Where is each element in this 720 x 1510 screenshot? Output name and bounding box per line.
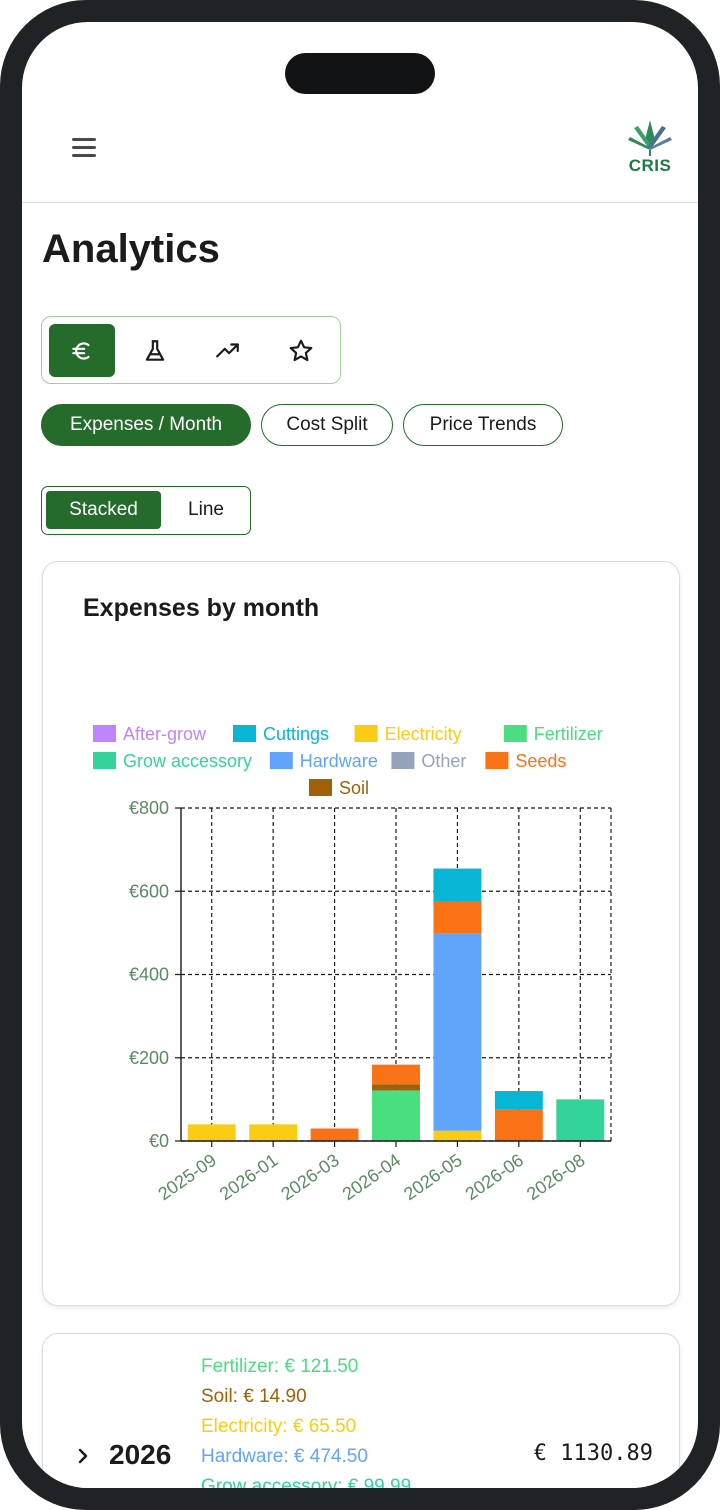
legend-swatch (233, 725, 256, 742)
bar-segment (494, 1109, 543, 1141)
x-tick-label: 2026-04 (339, 1150, 405, 1204)
bar-segment (556, 1099, 605, 1141)
pill-expenses-month[interactable]: Expenses / Month (41, 404, 251, 446)
euro-icon (72, 341, 90, 360)
legend-swatch (354, 725, 378, 742)
y-tick-label: €400 (129, 965, 169, 985)
legend-label: Fertilizer (534, 724, 603, 744)
x-tick-label: 2026-08 (523, 1150, 589, 1204)
breakdown-item: Hardware: € 474.50 (201, 1446, 368, 1467)
breakdown-item: Grow accessory: € 99.99 (201, 1476, 412, 1488)
bar-segment (433, 868, 482, 902)
legend-label: Grow accessory (123, 751, 252, 771)
app-header: CRIS (22, 22, 698, 203)
flask-icon (145, 339, 165, 361)
year-summary-card: 2026 Fertilizer: € 121.50 Soil: € 14.90 El… (42, 1333, 680, 1488)
toggle-stacked[interactable]: Stacked (46, 491, 161, 529)
y-tick-label: €0 (149, 1131, 169, 1151)
bar-segment (494, 1091, 543, 1110)
legend-label: Cuttings (263, 724, 329, 744)
breakdown-item: Fertilizer: € 121.50 (201, 1356, 359, 1377)
bar-segment (310, 1128, 359, 1141)
app-screen: CRIS Analytics Expenses / Month Cost Spl… (22, 22, 698, 1488)
pill-cost-split[interactable]: Cost Split (261, 404, 393, 446)
legend-swatch (93, 725, 116, 742)
chart-mode-toggle: Stacked Line (41, 486, 251, 535)
x-tick-label: 2026-01 (216, 1150, 282, 1204)
legend-swatch (485, 752, 509, 769)
legend-label: Hardware (300, 751, 378, 771)
hamburger-icon[interactable] (68, 134, 102, 160)
bar-segment (372, 1064, 420, 1085)
tab-trends[interactable] (195, 324, 261, 377)
app-logo[interactable]: CRIS (622, 118, 678, 178)
tab-favorites[interactable] (268, 324, 334, 377)
bar-segment (187, 1124, 236, 1141)
chart-card: Expenses by month After-grow Cuttings Elec… (42, 561, 680, 1306)
y-tick-label: €800 (129, 798, 169, 818)
legend-swatch (93, 752, 116, 769)
legend-swatch (309, 779, 332, 796)
legend-label: After-grow (123, 724, 207, 744)
bar-segment (433, 901, 482, 934)
legend-swatch (503, 725, 527, 742)
trending-up-icon (216, 342, 239, 357)
logo-text: CRIS (628, 156, 672, 175)
breakdown-item: Electricity: € 65.50 (201, 1416, 357, 1437)
star-icon (289, 339, 313, 361)
bar-segment (249, 1124, 298, 1141)
x-tick-label: 2026-05 (400, 1150, 466, 1204)
device-frame: CRIS Analytics Expenses / Month Cost Spl… (0, 0, 720, 1510)
pill-price-trends[interactable]: Price Trends (403, 404, 563, 446)
year-total: € 1130.89 (533, 1441, 653, 1466)
legend-swatch (391, 752, 415, 769)
legend-label: Soil (339, 778, 369, 798)
legend-label: Seeds (515, 751, 566, 771)
x-tick-label: 2026-06 (462, 1150, 528, 1204)
breakdown-item: Soil: € 14.90 (201, 1386, 307, 1407)
y-tick-label: €200 (129, 1048, 169, 1068)
analytics-icon-tabs (41, 316, 341, 384)
bar-segment (433, 1130, 482, 1141)
tab-lab[interactable] (122, 324, 188, 377)
toggle-line[interactable]: Line (164, 491, 248, 529)
bar-segment (372, 1090, 420, 1141)
bar-segment (433, 933, 482, 1131)
y-tick-label: €600 (129, 881, 169, 901)
legend-swatch (269, 752, 293, 769)
cannabis-leaf-icon (628, 120, 672, 156)
legend-label: Electricity (385, 724, 462, 744)
legend-label: Other (421, 751, 466, 771)
x-tick-label: 2026-03 (277, 1150, 343, 1204)
year-label: 2026 (109, 1439, 172, 1470)
chevron-right-icon[interactable] (73, 1446, 93, 1466)
expenses-chart: After-grow Cuttings Electricity Fertilizer G… (93, 724, 612, 1204)
tab-expenses[interactable] (49, 324, 115, 377)
page-title: Analytics (42, 227, 220, 271)
year-breakdown: Fertilizer: € 121.50 Soil: € 14.90 Electri… (201, 1352, 411, 1488)
x-tick-label: 2025-09 (154, 1150, 220, 1204)
bar-segment (372, 1084, 420, 1091)
